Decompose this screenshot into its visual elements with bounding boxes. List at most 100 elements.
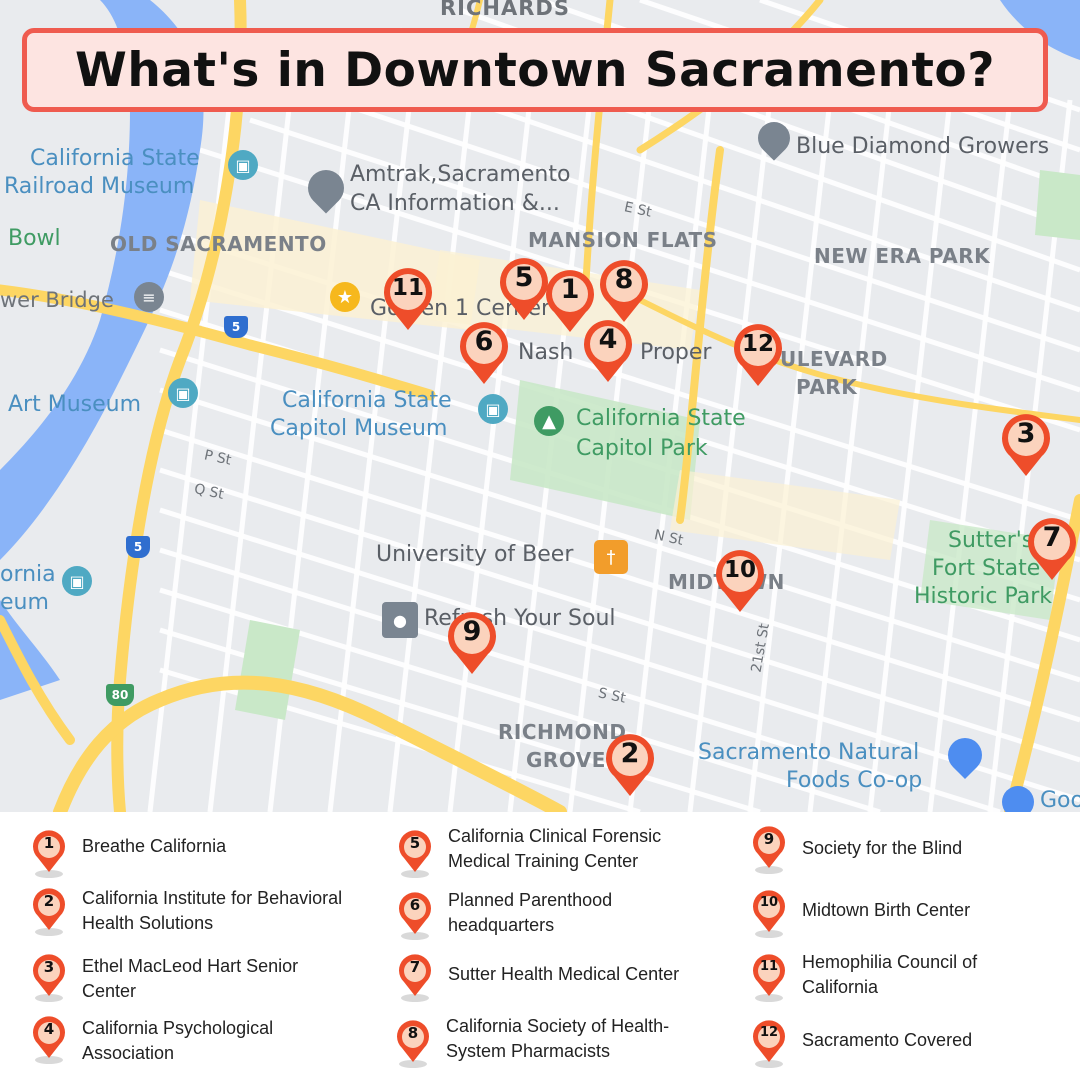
map-label-ornia: ornia [0,562,56,587]
map-pin-6-number: 6 [474,326,494,357]
map-pin-6[interactable]: 6 [458,320,510,386]
legend-number: 7 [409,958,421,976]
legend-number: 6 [409,896,421,914]
legend-label: Sutter Health Medical Center [448,964,680,984]
museum-icon[interactable]: ▣ [228,150,258,180]
legend-number: 10 [759,895,779,910]
museum-icon[interactable]: ▣ [478,394,508,424]
place-square-icon[interactable]: ● [382,602,418,638]
map-label-railroad-museum: California State [30,146,200,171]
legend: 1 Breathe California 2 California Instit… [0,812,1080,1080]
legend-label: Breathe California [82,836,227,856]
map-pin-7-number: 7 [1042,522,1062,553]
legend-label: California Society of Health-System Phar… [446,1016,670,1061]
map-label-sutter-fort-3: Historic Park [914,584,1052,609]
legend-label: Sacramento Covered [802,1030,973,1050]
interstate-5-shield: 5 [224,316,248,338]
map-label-grove: GROVE [526,748,606,772]
museum-icon[interactable]: ▣ [168,378,198,408]
legend-label: Planned Parenthood headquarters [448,890,613,935]
map-pin-11-number: 11 [391,275,424,301]
legend-item-1: 1 Breathe California [32,830,362,880]
map-pin-12[interactable]: 12 [732,322,784,388]
map-label-natural-foods-2: Foods Co-op [786,768,923,793]
map-pin-10-number: 10 [723,557,756,583]
map-pin-9-number: 9 [462,616,482,647]
map-pin-9[interactable]: 9 [446,610,498,676]
map-label-capitol-park-2: Capitol Park [576,436,708,461]
map-label-sutter-fort-2: Fort State [932,556,1041,581]
map-pin-5[interactable]: 5 [498,256,550,322]
legend-item-3: 3 Ethel MacLeod Hart Senior Center [32,954,362,1010]
map-pin-2[interactable]: 2 [604,732,656,798]
map-label-sutter-fort: Sutter's [948,528,1034,553]
map-pin-8[interactable]: 8 [598,258,650,324]
map-pin-2-number: 2 [620,738,640,769]
map-pin-5-number: 5 [514,262,534,293]
map-label-old-sacramento: OLD SACRAMENTO [110,232,327,256]
map-pin-11[interactable]: 11 [382,266,434,332]
shopping-bag-icon[interactable] [1002,786,1034,812]
map-label-university-of-beer: University of Beer [376,542,574,567]
legend-item-4: 4 California Psychological Association [32,1016,362,1072]
map-label-railroad-museum-2: Railroad Museum [4,174,195,199]
restaurant-icon[interactable]: † [594,540,628,574]
legend-label: California Institute for Behavioral Heal… [82,888,343,933]
legend-item-5: 5 California Clinical Forensic Medical T… [398,824,728,880]
legend-item-9: 9 Society for the Blind [752,826,1072,882]
museum-icon[interactable]: ▣ [62,566,92,596]
map-label-goo: Goo [1040,788,1080,812]
legend-number: 8 [407,1024,419,1042]
map-label-new-era-park: NEW ERA PARK [814,244,991,268]
map-label-capitol-museum-2: Capitol Museum [270,416,448,441]
map-label-tower-bridge: wer Bridge [0,288,114,312]
tree-icon[interactable]: ▲ [534,406,564,436]
legend-number: 2 [43,892,55,910]
map-label-richards: RICHARDS [440,0,570,20]
page-title: What's in Downtown Sacramento? [75,42,995,98]
title-banner: What's in Downtown Sacramento? [22,28,1048,112]
interstate-5-shield: 5 [126,536,150,558]
map-label-bowl: Bowl [8,226,61,251]
map-label-park: PARK [796,375,858,399]
map-label-capitol-museum: California State [282,388,452,413]
bridge-icon[interactable]: ≡ [134,282,164,312]
legend-item-11: 11 Hemophilia Council of California [752,950,1072,1006]
legend-number: 12 [759,1025,779,1040]
map-label-blue-diamond: Blue Diamond Growers [796,134,1050,159]
map-label-mansion-flats: MANSION FLATS [528,228,718,252]
legend-label: California Psychological Association [82,1018,274,1063]
map-pin-3-number: 3 [1016,418,1036,449]
legend-number: 1 [43,834,55,852]
legend-label: Society for the Blind [802,838,963,858]
legend-item-10: 10 Midtown Birth Center [752,890,1072,946]
legend-label: Ethel MacLeod Hart Senior Center [82,956,299,1001]
legend-item-6: 6 Planned Parenthood headquarters [398,888,728,944]
map-pin-10[interactable]: 10 [714,548,766,614]
map-label-amtrak: Amtrak,Sacramento [350,162,571,187]
legend-item-7: 7 Sutter Health Medical Center [398,954,728,1010]
legend-item-12: 12 Sacramento Covered [752,1020,1072,1076]
map-label-capitol-park: California State [576,406,746,431]
map-pin-4[interactable]: 4 [582,318,634,384]
map-base-layer [0,0,1080,812]
map-label-proper: Proper [640,340,712,365]
legend-number: 3 [43,958,55,976]
legend-number: 4 [43,1020,55,1038]
legend-item-8: 8 California Society of Health-System Ph… [396,1014,726,1070]
map-pin-3[interactable]: 3 [1000,412,1052,478]
map-pin-8-number: 8 [614,264,634,295]
map-label-natural-foods: Sacramento Natural [698,740,920,765]
map-pin-7[interactable]: 7 [1026,516,1078,582]
legend-number: 9 [763,830,775,848]
legend-label: Midtown Birth Center [802,900,971,920]
map-label-nash: Nash [518,340,574,365]
map-pin-4-number: 4 [598,324,618,355]
legend-number: 5 [409,834,421,852]
star-icon[interactable]: ★ [330,282,360,312]
map-view[interactable]: RICHARDS California State Railroad Museu… [0,0,1080,812]
legend-label: California Clinical Forensic Medical Tra… [448,826,662,871]
map-pin-1-number: 1 [560,274,580,305]
map-pin-12-number: 12 [741,331,774,357]
map-label-eum: eum [0,590,49,615]
